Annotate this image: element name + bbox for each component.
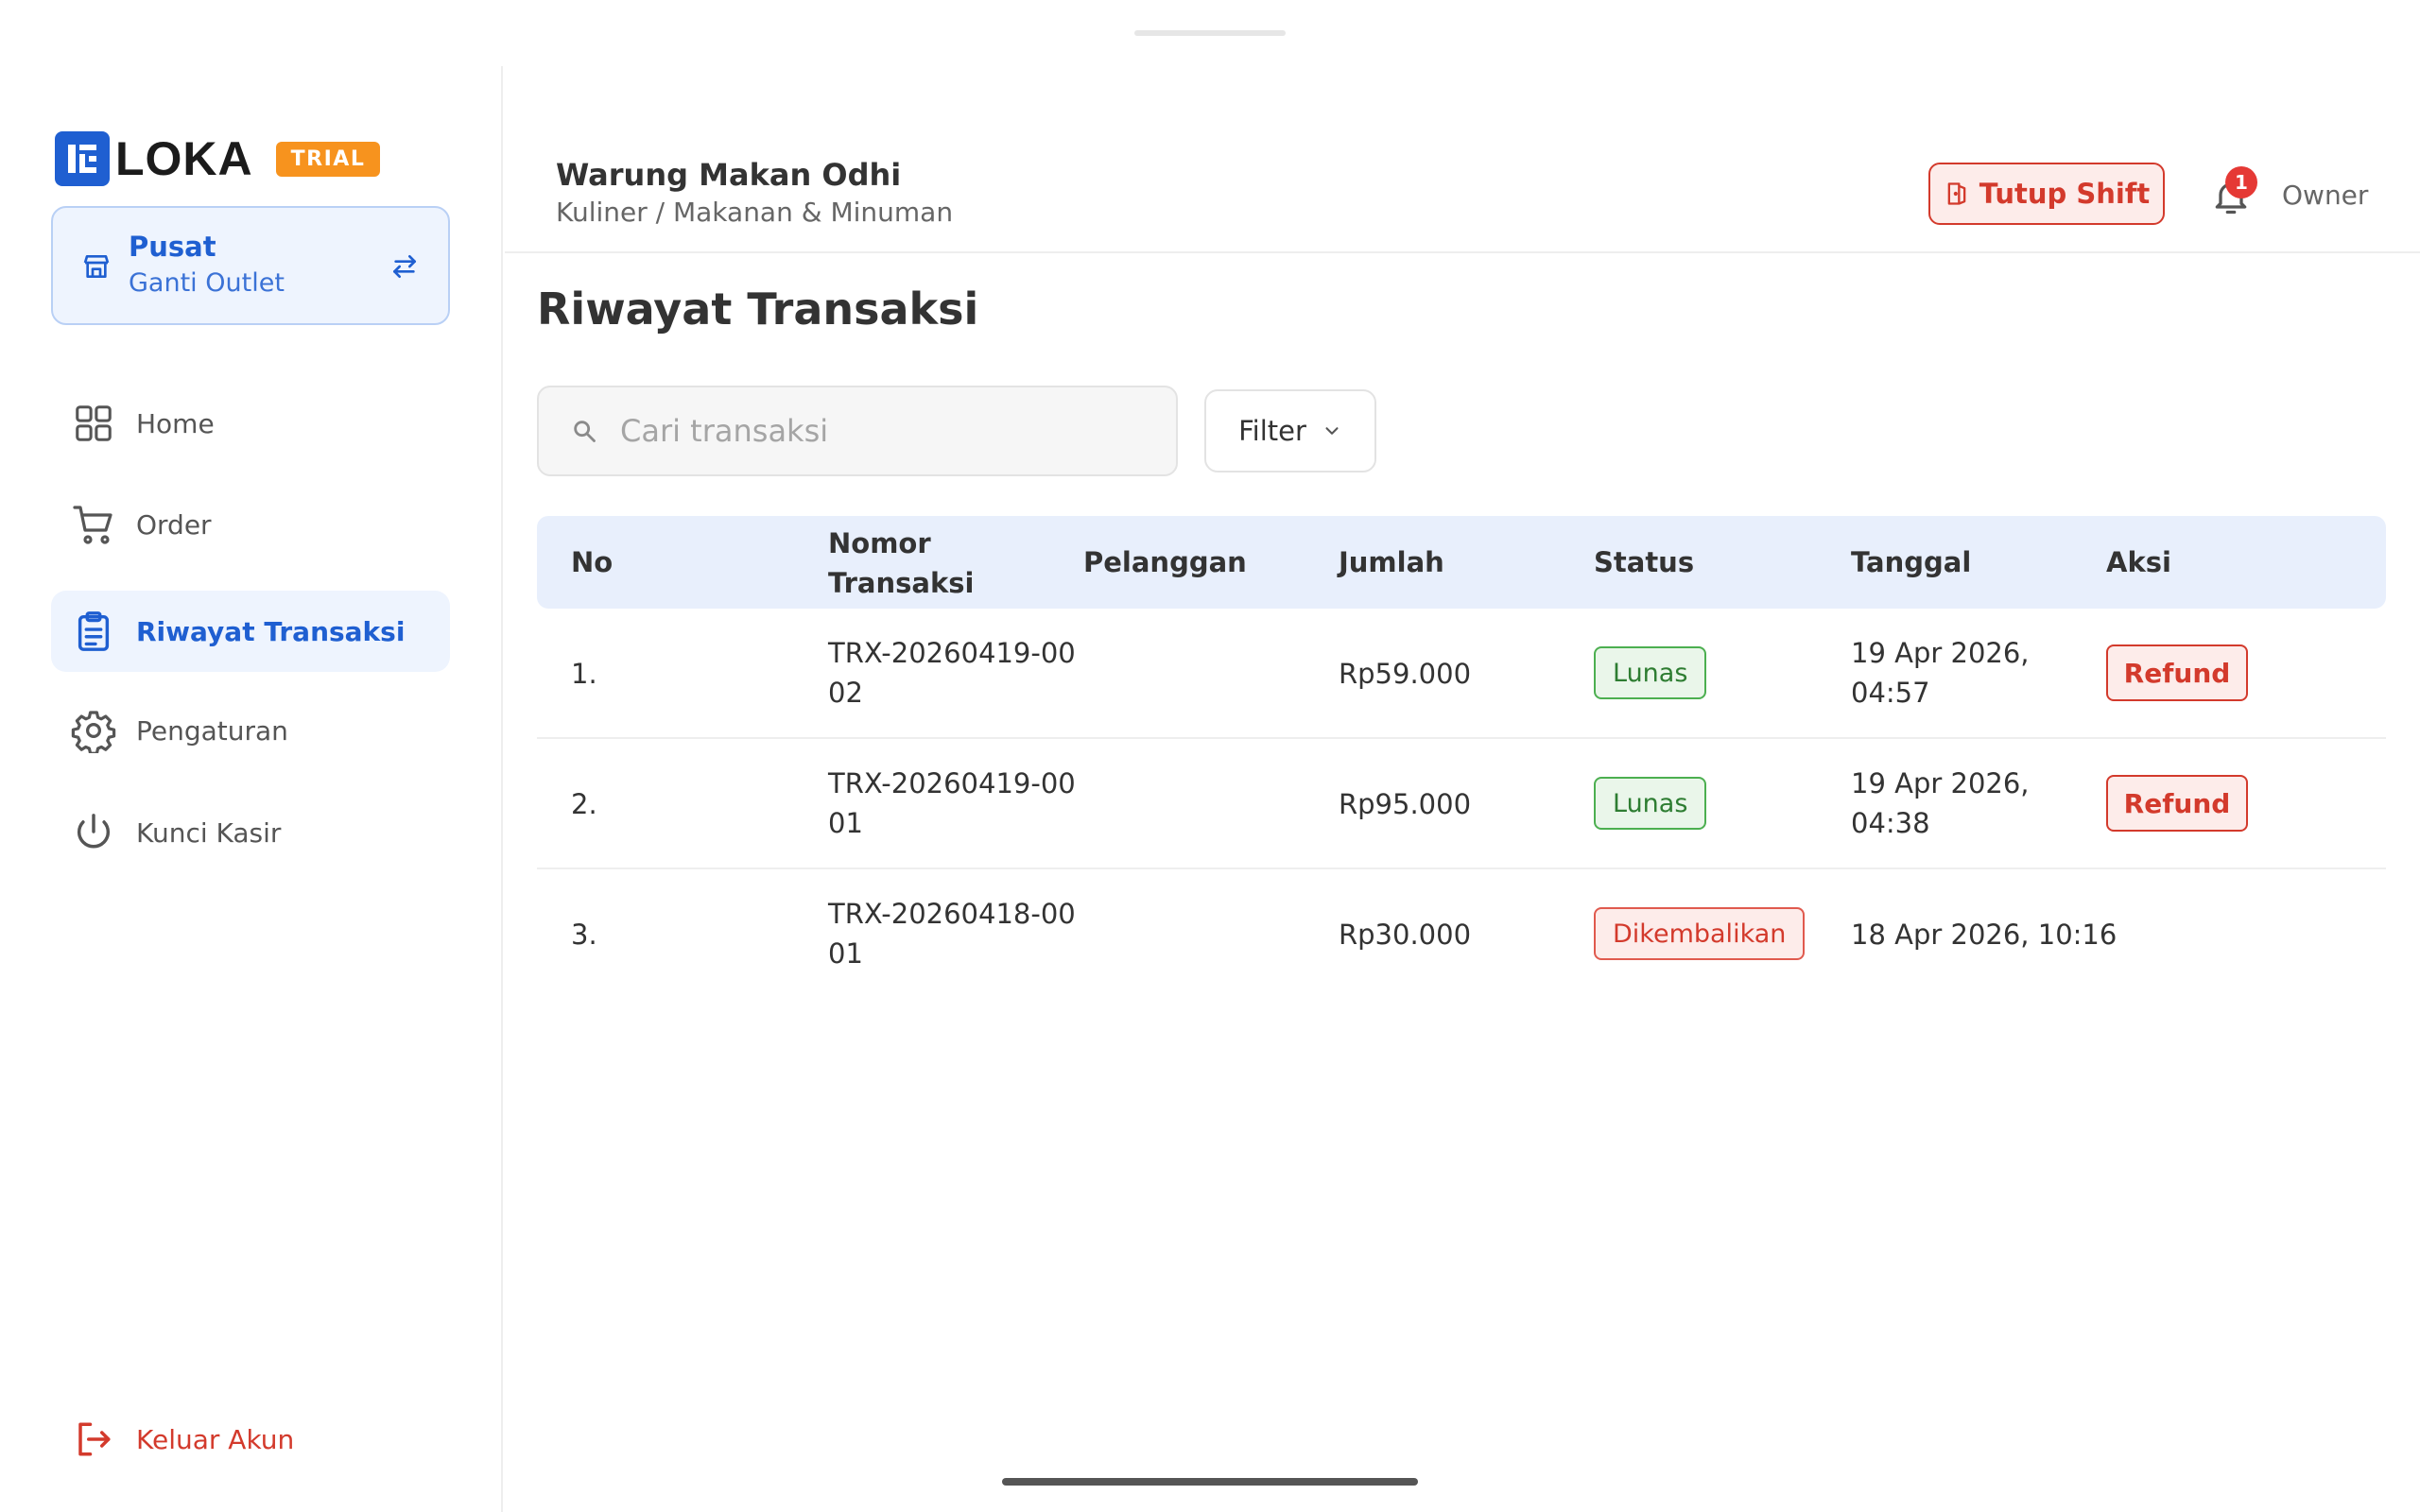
sidebar-item-label: Pengaturan: [136, 714, 288, 747]
brand-name: LOKA: [115, 132, 253, 185]
logout-button[interactable]: Keluar Akun: [51, 1399, 450, 1480]
table-row[interactable]: 2. TRX-20260419-0001 Rp95.000 Lunas 19 A…: [537, 739, 2386, 869]
sidebar-item-label: Order: [136, 508, 212, 541]
sidebar-item-kunci-kasir[interactable]: Kunci Kasir: [51, 792, 450, 873]
row-number: 1.: [571, 658, 597, 690]
door-icon: [1944, 180, 1970, 207]
column-nomor-line2: Transaksi: [828, 567, 975, 599]
refund-button[interactable]: Refund: [2106, 644, 2248, 701]
logout-icon: [70, 1416, 117, 1463]
sidebar-item-label: Home: [136, 407, 215, 439]
cart-icon: [70, 501, 117, 548]
swap-icon: [389, 251, 420, 285]
sidebar-item-label: Kunci Kasir: [136, 816, 282, 849]
amount: Rp95.000: [1339, 788, 1472, 820]
notification-badge: 1: [2225, 166, 2257, 198]
top-header: Warung Makan Odhi Kuliner / Makanan & Mi…: [505, 66, 2420, 253]
close-shift-label: Tutup Shift: [1979, 178, 2151, 210]
column-nomor-transaksi: Nomor Transaksi: [828, 524, 974, 603]
filter-button[interactable]: Filter: [1204, 389, 1376, 472]
transaction-date: 18 Apr 2026, 10:16: [1851, 919, 2118, 951]
loka-logo-icon: [55, 131, 110, 186]
transaction-number: TRX-20260418-0001: [828, 898, 1076, 970]
top-grabber[interactable]: [1134, 30, 1286, 36]
store-category: Kuliner / Makanan & Minuman: [556, 197, 954, 228]
store-icon: [81, 251, 112, 285]
column-nomor-line1: Nomor: [828, 527, 931, 559]
row-number: 3.: [571, 919, 597, 951]
sidebar-item-riwayat-transaksi[interactable]: Riwayat Transaksi: [51, 591, 450, 672]
brand-logo: LOKA TRIAL: [55, 130, 381, 187]
logout-label: Keluar Akun: [136, 1423, 295, 1455]
time-line: 04:38: [1851, 807, 1930, 839]
time-line: 04:57: [1851, 677, 1930, 709]
row-number: 2.: [571, 788, 597, 820]
close-shift-button[interactable]: Tutup Shift: [1928, 163, 2165, 225]
transaction-date: 19 Apr 2026, 04:57: [1851, 633, 2030, 713]
page-title: Riwayat Transaksi: [537, 284, 979, 335]
sidebar-item-pengaturan[interactable]: Pengaturan: [51, 690, 450, 771]
column-no: No: [571, 546, 614, 578]
refund-button[interactable]: Refund: [2106, 775, 2248, 832]
sidebar-item-home[interactable]: Home: [51, 383, 450, 464]
date-line: 19 Apr 2026,: [1851, 637, 2030, 669]
column-aksi: Aksi: [2106, 546, 2171, 578]
column-tanggal: Tanggal: [1851, 546, 1972, 578]
user-role[interactable]: Owner: [2282, 180, 2368, 211]
gear-icon: [70, 707, 117, 754]
status-badge: Dikembalikan: [1594, 907, 1806, 960]
sidebar: LOKA TRIAL Pusat Ganti Outlet Home Order…: [0, 66, 503, 1512]
column-pelanggan: Pelanggan: [1083, 546, 1247, 578]
table-row[interactable]: 3. TRX-20260418-0001 Rp30.000 Dikembalik…: [537, 869, 2386, 1000]
sidebar-item-label: Riwayat Transaksi: [136, 615, 406, 647]
table-row[interactable]: 1. TRX-20260419-0002 Rp59.000 Lunas 19 A…: [537, 609, 2386, 739]
search-box[interactable]: [537, 386, 1178, 476]
change-outlet-label: Ganti Outlet: [129, 268, 285, 298]
transaction-date: 19 Apr 2026, 04:38: [1851, 764, 2030, 843]
status-badge: Lunas: [1594, 777, 1707, 830]
search-input[interactable]: [620, 413, 1150, 449]
trial-badge: TRIAL: [275, 141, 381, 177]
date-line: 19 Apr 2026,: [1851, 767, 2030, 799]
grid-icon: [70, 400, 117, 447]
outlet-name: Pusat: [129, 231, 216, 263]
home-indicator[interactable]: [1002, 1478, 1418, 1486]
filter-label: Filter: [1238, 415, 1306, 447]
amount: Rp30.000: [1339, 919, 1472, 951]
power-icon: [70, 809, 117, 856]
clipboard-icon: [70, 608, 117, 655]
table-header: No Nomor Transaksi Pelanggan Jumlah Stat…: [537, 516, 2386, 609]
transaction-number: TRX-20260419-0001: [828, 767, 1076, 839]
amount: Rp59.000: [1339, 658, 1472, 690]
search-icon: [571, 418, 597, 444]
column-status: Status: [1594, 546, 1695, 578]
transaction-number: TRX-20260419-0002: [828, 637, 1076, 709]
status-badge: Lunas: [1594, 646, 1707, 699]
outlet-switcher[interactable]: Pusat Ganti Outlet: [51, 206, 450, 325]
chevron-down-icon: [1322, 421, 1342, 441]
store-name: Warung Makan Odhi: [556, 157, 902, 193]
app: LOKA TRIAL Pusat Ganti Outlet Home Order…: [0, 0, 2420, 1512]
sidebar-item-order[interactable]: Order: [51, 484, 450, 565]
column-jumlah: Jumlah: [1339, 546, 1444, 578]
